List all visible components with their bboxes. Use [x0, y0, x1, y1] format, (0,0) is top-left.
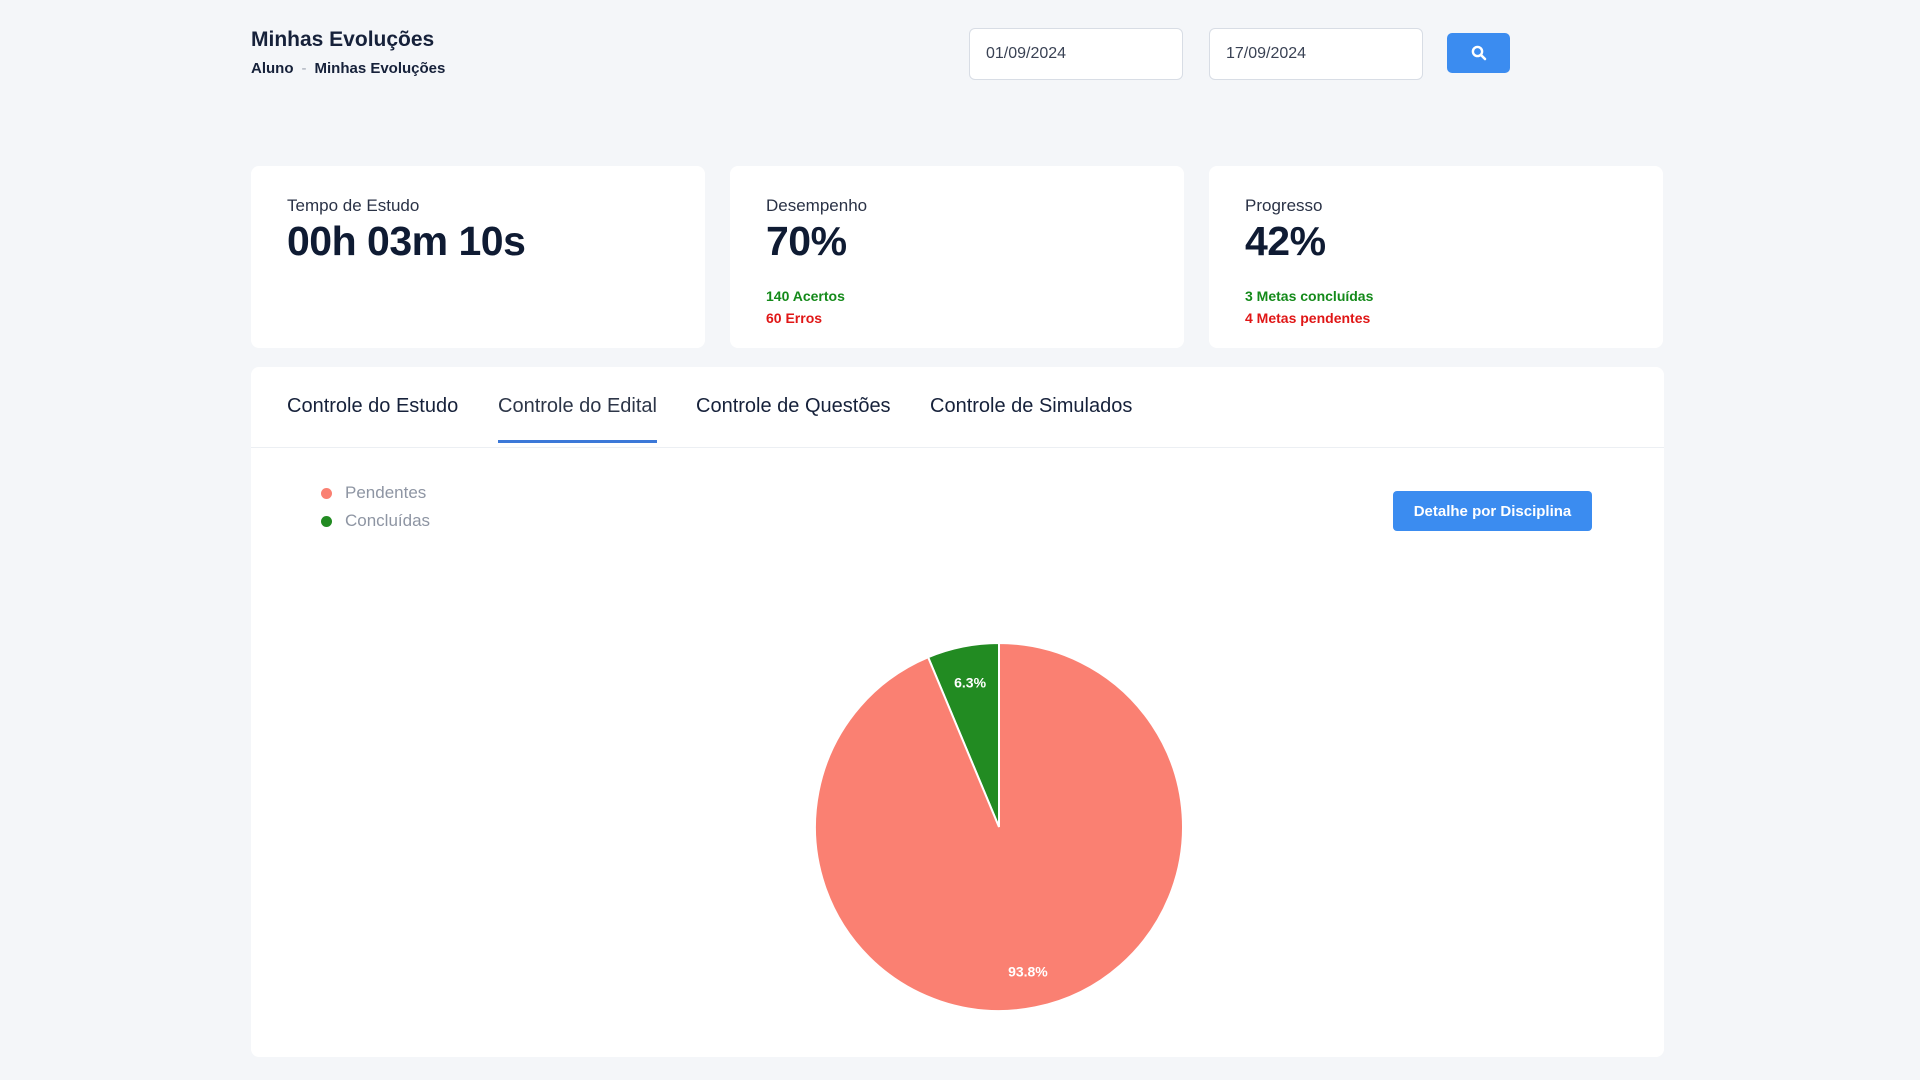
progress-card: Progresso 42% 3 Metas concluídas 4 Metas…: [1209, 166, 1663, 348]
end-date-input[interactable]: [1209, 28, 1423, 80]
goals-completed: 3 Metas concluídas: [1245, 288, 1374, 304]
card-label: Desempenho: [766, 196, 868, 215]
stat-cards: Tempo de Estudo 00h 03m 10s Desempenho 7…: [251, 166, 1664, 348]
pie-label-pendentes: 93.8%: [1008, 963, 1048, 979]
tab-controle-de-questoes[interactable]: Controle de Questões: [696, 395, 891, 440]
card-details: 140 Acertos 60 Erros: [766, 285, 1148, 329]
chart-area: 6.3% 93.8% Pendentes Concluídas Detalhe p…: [287, 479, 1632, 1019]
card-value: 00h 03m 10s: [287, 218, 526, 264]
card-value: 42%: [1245, 218, 1326, 264]
legend-marker: [321, 515, 332, 527]
card-value: 70%: [766, 218, 847, 264]
legend-item-concluidas[interactable]: Concluídas: [321, 507, 430, 535]
study-time-card: Tempo de Estudo 00h 03m 10s: [251, 166, 705, 348]
card-details: 3 Metas concluídas 4 Metas pendentes: [1245, 285, 1627, 329]
tab-controle-do-edital[interactable]: Controle do Edital: [498, 395, 657, 443]
breadcrumb-item-current: Minhas Evoluções: [314, 60, 446, 77]
breadcrumb-item-aluno[interactable]: Aluno: [251, 60, 294, 77]
start-date-input[interactable]: [969, 28, 1183, 80]
goals-pending: 4 Metas pendentes: [1245, 310, 1371, 326]
search-button[interactable]: [1447, 33, 1510, 73]
performance-card: Desempenho 70% 140 Acertos 60 Erros: [730, 166, 1184, 348]
legend-label: Concluídas: [345, 511, 431, 530]
tab-bar: Controle do Estudo Controle do Edital Co…: [251, 367, 1664, 448]
card-label: Tempo de Estudo: [287, 196, 420, 215]
tab-controle-do-estudo[interactable]: Controle do Estudo: [287, 395, 458, 440]
breadcrumb-separator: -: [301, 60, 307, 77]
breadcrumb: Aluno - Minhas Evoluções: [251, 60, 445, 77]
detail-by-discipline-button[interactable]: Detalhe por Disciplina: [1393, 491, 1592, 531]
page: Minhas Evoluções Aluno - Minhas Evoluções …: [251, 20, 1664, 1057]
card-label: Progresso: [1245, 196, 1323, 215]
pie-chart: 6.3% 93.8%: [814, 641, 1184, 1012]
page-title: Minhas Evoluções: [251, 28, 435, 51]
pie-slice-pendentes[interactable]: [814, 641, 1184, 1012]
tabs-panel: Controle do Estudo Controle do Edital Co…: [251, 367, 1664, 1057]
chart-legend: Pendentes Concluídas: [321, 479, 430, 535]
page-header: Minhas Evoluções Aluno - Minhas Evoluções: [251, 20, 1664, 120]
pie-label-concluidas: 6.3%: [954, 675, 986, 691]
search-icon: [1471, 45, 1486, 61]
correct-count: 140 Acertos: [766, 288, 845, 304]
legend-marker: [321, 487, 332, 499]
legend-label: Pendentes: [345, 483, 427, 502]
error-count: 60 Erros: [766, 310, 823, 326]
legend-item-pendentes[interactable]: Pendentes: [321, 479, 430, 507]
tab-controle-de-simulados[interactable]: Controle de Simulados: [930, 395, 1132, 440]
